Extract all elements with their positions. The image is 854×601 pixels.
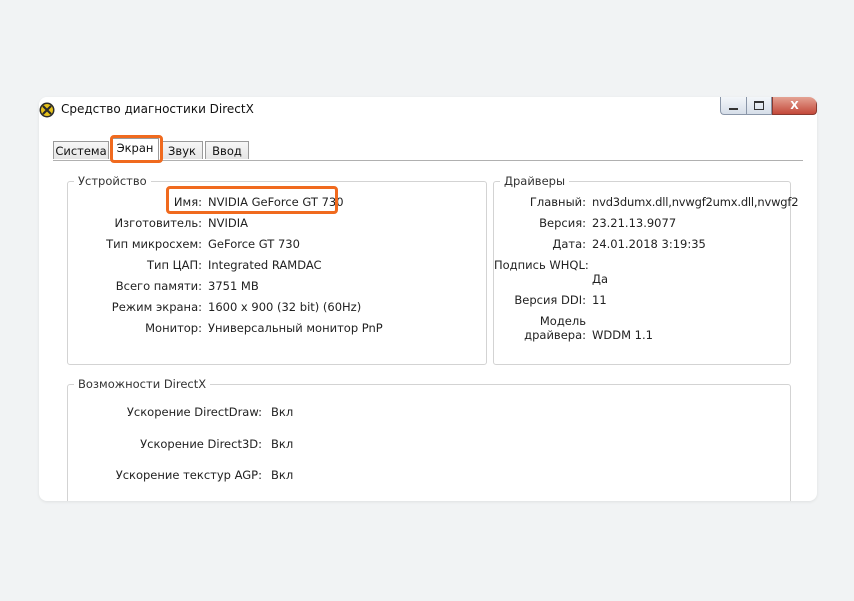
driver-model-value: WDDM 1.1 [592,328,653,342]
dac-type-value: Integrated RAMDAC [208,258,322,272]
close-icon: X [790,99,799,112]
title-bar: Средство диагностики DirectX X [39,97,817,124]
window-controls: X [720,97,817,117]
directdraw-label: Ускорение DirectDraw: [126,405,262,419]
memory-label: Всего памяти: [115,279,202,293]
gpu-name-highlight [166,186,338,214]
agp-texture-label: Ускорение текстур AGP: [115,468,262,482]
device-group-title: Устройство [74,174,151,188]
directx-diagnostic-window: Средство диагностики DirectX X Система Э… [39,97,817,501]
driver-model-label-line1: Модель [539,314,586,328]
ddi-version-label: Версия DDI: [514,293,586,307]
driver-date-value: 24.01.2018 3:19:35 [592,237,706,251]
driver-model-label-line2: драйвера: [524,328,586,342]
driver-version-label: Версия: [539,216,586,230]
whql-label: Подпись WHQL: [494,258,589,272]
maximize-button[interactable] [746,97,772,115]
main-driver-value: nvd3dumx.dll,nvwgf2umx.dll,nvwgf2 [592,195,799,209]
main-driver-label: Главный: [529,195,586,209]
tab-system[interactable]: Система [53,141,109,159]
window-title: Средство диагностики DirectX [61,102,254,116]
dac-type-label: Тип ЦАП: [147,258,202,272]
tab-label: Звук [168,144,196,158]
close-button[interactable]: X [772,97,817,115]
monitor-label: Монитор: [145,321,202,335]
drivers-group-title: Драйверы [500,174,570,188]
tab-highlight [110,135,163,163]
drivers-group: Драйверы Главный: nvd3dumx.dll,nvwgf2umx… [493,174,799,365]
tab-label: Ввод [212,144,242,158]
tab-label: Система [55,144,107,158]
whql-value: Да [592,272,609,286]
driver-date-label: Дата: [552,237,586,251]
memory-value: 3751 MB [208,279,259,293]
directx-features-group: Возможности DirectX Ускорение DirectDraw… [67,377,791,501]
direct3d-value: Вкл [271,437,294,451]
direct3d-label: Ускорение Direct3D: [140,437,262,451]
tab-input[interactable]: Ввод [205,141,249,159]
chip-type-label: Тип микросхем: [106,237,202,251]
minimize-icon [729,107,738,110]
features-group-title: Возможности DirectX [74,377,211,391]
directx-icon [39,102,55,118]
minimize-button[interactable] [720,97,746,115]
display-tab-panel: Устройство Имя: NVIDIA GeForce GT 730 Из… [53,160,803,501]
directdraw-value: Вкл [271,405,294,419]
tab-sound[interactable]: Звук [161,141,203,159]
maximize-icon [754,101,764,110]
monitor-value: Универсальный монитор PnP [208,321,383,335]
display-mode-value: 1600 x 900 (32 bit) (60Hz) [208,300,362,314]
manufacturer-value: NVIDIA [208,216,248,230]
display-mode-label: Режим экрана: [111,300,202,314]
driver-version-value: 23.21.13.9077 [592,216,677,230]
manufacturer-label: Изготовитель: [114,216,202,230]
chip-type-value: GeForce GT 730 [208,237,300,251]
ddi-version-value: 11 [592,293,607,307]
agp-texture-value: Вкл [271,468,294,482]
